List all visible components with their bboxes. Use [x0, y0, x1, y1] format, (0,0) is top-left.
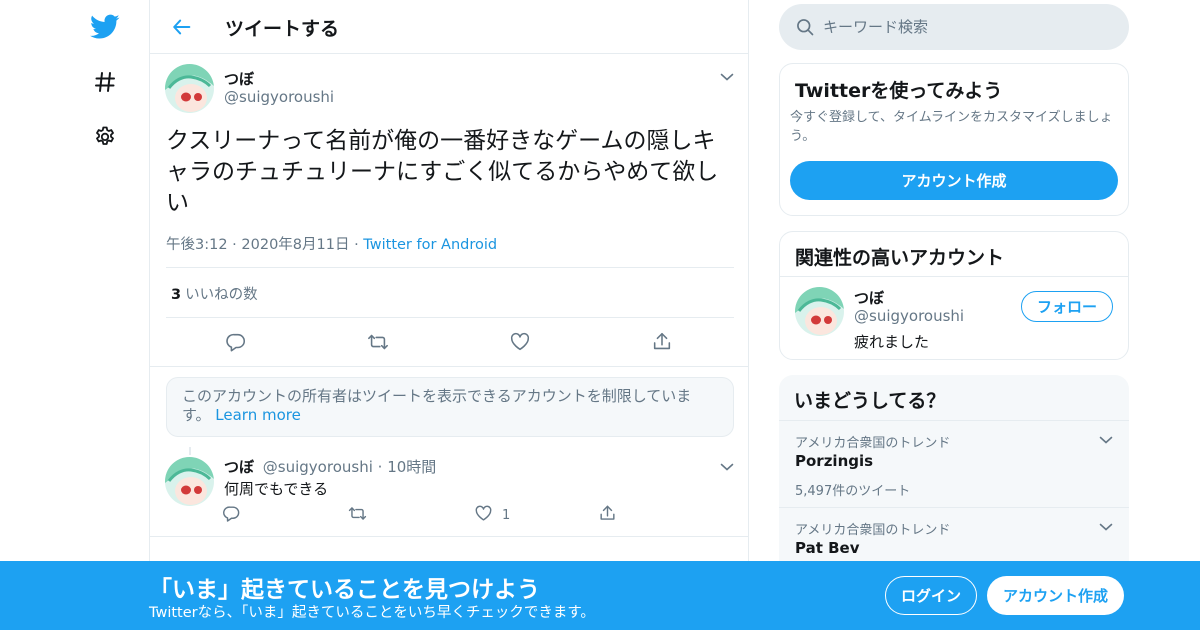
gear-icon[interactable] [88, 120, 122, 154]
reply-like-count: 1 [502, 508, 511, 523]
trends-title: いまどうしてる？ [794, 390, 946, 412]
related-accounts-card: 関連性の高いアカウント つぼ @suigyoroushi 疲れました フォロー [779, 231, 1129, 360]
trend-context: アメリカ合衆国のトレンド [795, 523, 951, 538]
tweet-client-link[interactable]: Twitter for Android [363, 237, 497, 253]
signup-card: Twitterを使ってみよう 今すぐ登録して、タイムラインをカスタマイズしましょ… [779, 63, 1129, 216]
signup-card-subtitle: 今すぐ登録して、タイムラインをカスタマイズしましょう。 [790, 110, 1113, 144]
retweet-icon[interactable] [365, 329, 391, 355]
twitter-bird-icon[interactable] [88, 10, 122, 44]
tweet-date[interactable]: 2020年8月11日 [241, 237, 349, 253]
search-box[interactable] [779, 4, 1129, 50]
divider [166, 267, 734, 268]
likes-label: いいねの数 [185, 287, 258, 303]
like-icon[interactable] [473, 503, 493, 523]
reply-icon[interactable] [221, 503, 241, 523]
like-icon[interactable] [507, 329, 533, 355]
reply-author-handle[interactable]: @suigyoroushi [263, 458, 373, 476]
meta-separator: · [232, 237, 237, 253]
chevron-down-icon[interactable] [1097, 431, 1115, 449]
page-header: ツイートする [150, 0, 748, 54]
signup-banner: 「いま」起きていることを見つけよう Twitterなら、「いま」起きていることを… [0, 561, 1200, 630]
login-button[interactable]: ログイン [885, 576, 977, 615]
banner-subtitle: Twitterなら、「いま」起きていることをいち早くチェックできます。 [149, 605, 595, 621]
related-account-name[interactable]: つぼ [854, 287, 884, 308]
trends-panel: いまどうしてる？ アメリカ合衆国のトレンド Porzingis 5,497件のツ… [779, 375, 1129, 575]
reply-tweet[interactable]: つぼ @suigyoroushi · 10時間 何周でもできる 1 [150, 446, 748, 537]
avatar[interactable] [165, 64, 214, 113]
search-input[interactable] [823, 4, 1113, 50]
meta-separator: · [354, 237, 359, 253]
tweet-author-handle[interactable]: @suigyoroushi [224, 88, 334, 106]
divider [150, 366, 748, 367]
related-account-bio: 疲れました [854, 333, 930, 351]
trend-name: Porzingis [795, 452, 874, 470]
page: ツイートする つぼ @suigyoroushi クスリーナって名前が俺の一番好き… [0, 0, 1200, 630]
create-account-button[interactable]: アカウント作成 [790, 161, 1118, 200]
avatar[interactable] [795, 287, 844, 336]
tweet-text: クスリーナって名前が俺の一番好きなゲームの隠しキャラのチュチュリーナにすごく似て… [166, 128, 719, 216]
search-icon [795, 17, 815, 37]
tweet-time[interactable]: 午後3:12 [166, 237, 228, 253]
avatar[interactable] [165, 457, 214, 506]
restricted-notice: このアカウントの所有者はツイートを表示できるアカウントを制限しています。 Lea… [166, 377, 734, 437]
reply-author-name[interactable]: つぼ [224, 458, 254, 476]
reply-header: つぼ @suigyoroushi · 10時間 [224, 456, 436, 477]
retweet-icon[interactable] [346, 503, 368, 523]
follow-button[interactable]: フォロー [1021, 291, 1113, 322]
reply-time[interactable]: 10時間 [387, 458, 436, 476]
reply-icon[interactable] [223, 329, 249, 355]
banner-title: 「いま」起きていることを見つけよう [149, 577, 540, 603]
trend-name: Pat Bev [795, 539, 860, 557]
chevron-down-icon[interactable] [718, 68, 736, 86]
share-icon[interactable] [649, 329, 675, 355]
likes-stat[interactable]: 3 いいねの数 [171, 283, 258, 304]
chevron-down-icon[interactable] [718, 458, 736, 476]
likes-count: 3 [171, 287, 182, 303]
page-title: ツイートする [225, 18, 340, 40]
chevron-down-icon[interactable] [1097, 518, 1115, 536]
trend-count: 5,497件のツイート [795, 484, 911, 499]
signup-button[interactable]: アカウント作成 [987, 576, 1124, 615]
tweet-meta: 午後3:12 · 2020年8月11日 · Twitter for Androi… [166, 233, 497, 254]
divider [780, 276, 1128, 277]
hashtag-icon[interactable] [88, 65, 122, 99]
related-card-title: 関連性の高いアカウント [795, 247, 1005, 269]
trend-item[interactable]: アメリカ合衆国のトレンド Porzingis 5,497件のツイート [779, 420, 1129, 507]
reply-text: 何周でもできる [224, 480, 329, 498]
trend-context: アメリカ合衆国のトレンド [795, 436, 951, 451]
signup-card-title: Twitterを使ってみよう [795, 80, 1003, 102]
related-account-handle[interactable]: @suigyoroushi [854, 307, 964, 325]
thread-line [189, 447, 191, 455]
tweet-author-name[interactable]: つぼ [224, 68, 254, 89]
share-icon[interactable] [597, 503, 617, 523]
arrow-left-icon[interactable] [168, 13, 196, 41]
learn-more-link[interactable]: Learn more [215, 406, 301, 424]
meta-separator: · [377, 458, 383, 476]
main-column: ツイートする つぼ @suigyoroushi クスリーナって名前が俺の一番好き… [149, 0, 749, 630]
divider [166, 317, 734, 318]
